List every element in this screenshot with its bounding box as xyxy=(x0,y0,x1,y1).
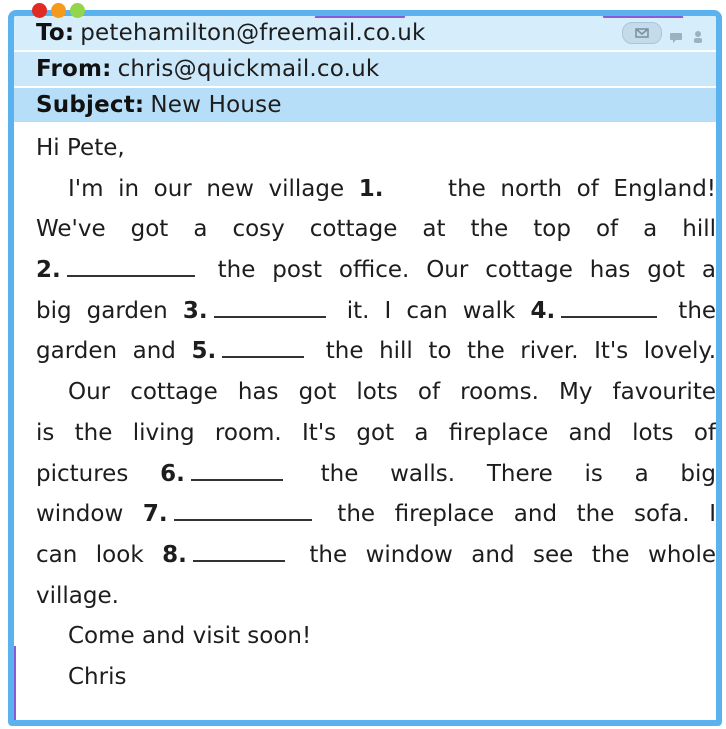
body-line: pictures 6. the walls. There is a big xyxy=(36,454,716,495)
text-span: the window and see the whole xyxy=(309,541,717,568)
to-label: To: xyxy=(36,20,75,46)
body-line: big garden 3. it. I can walk 4. the xyxy=(36,291,716,332)
text-span: it. I can walk xyxy=(346,297,516,324)
body-line: is the living room. It's got a fireplace… xyxy=(36,419,716,446)
gap-number-5: 5. xyxy=(191,338,217,365)
gap-blank-5[interactable] xyxy=(222,334,305,359)
closing-line: Come and visit soon! xyxy=(68,623,312,650)
subject-row[interactable]: Subject: New House xyxy=(14,88,716,124)
body-line: We've got a cosy cottage at the top of a… xyxy=(36,216,716,243)
person-icon[interactable] xyxy=(690,25,706,43)
gap-number-4: 4. xyxy=(530,297,556,324)
gap-blank-2[interactable] xyxy=(66,253,195,278)
email-window: To: petehamilton@freemail.co.uk From: ch… xyxy=(8,10,722,726)
text-span: the walls. There is a big xyxy=(320,460,717,487)
gap-number-1: 1. xyxy=(358,175,384,202)
email-body[interactable]: Hi Pete, I'm in our new village 1. the n… xyxy=(36,128,716,698)
chat-icon[interactable] xyxy=(668,25,684,43)
gap-blank-7[interactable] xyxy=(173,497,312,522)
gap-blank-6[interactable] xyxy=(190,457,283,481)
subject-field[interactable]: New House xyxy=(150,92,281,118)
from-field[interactable]: chris@quickmail.co.uk xyxy=(118,56,380,82)
text-span: the north of England! xyxy=(448,175,717,202)
gap-number-8: 8. xyxy=(162,541,187,568)
text-span: pictures xyxy=(36,460,129,487)
body-line: 2. the post office. Our cottage has got … xyxy=(36,250,716,291)
frame-decoration xyxy=(314,16,408,18)
frame-decoration xyxy=(600,16,684,18)
gap-blank-8[interactable] xyxy=(192,538,285,562)
body-line: window 7. the fireplace and the sofa. I xyxy=(36,494,716,535)
gap-number-7: 7. xyxy=(142,501,168,528)
text-span: window xyxy=(36,501,124,528)
text-span: the fireplace and the sofa. I xyxy=(337,501,717,528)
gap-number-3: 3. xyxy=(182,297,208,324)
body-line: can look 8. the window and see the whole xyxy=(36,535,716,576)
gap-blank-3[interactable] xyxy=(213,294,326,318)
text-span: the xyxy=(678,297,717,324)
minimize-window-button[interactable] xyxy=(51,3,66,18)
to-row[interactable]: To: petehamilton@freemail.co.uk xyxy=(14,16,716,52)
body-line: I'm in our new village 1. the north of E… xyxy=(36,169,716,210)
maximize-window-button[interactable] xyxy=(70,3,85,18)
close-window-button[interactable] xyxy=(32,3,47,18)
text-span: big garden xyxy=(36,297,168,324)
subject-label: Subject: xyxy=(36,92,145,118)
frame-decoration xyxy=(14,646,16,720)
from-row[interactable]: From: chris@quickmail.co.uk xyxy=(14,52,716,88)
text-span: can look xyxy=(36,541,144,568)
from-label: From: xyxy=(36,56,112,82)
body-line: village. xyxy=(36,582,119,609)
window-controls xyxy=(32,3,85,18)
gap-blank-4[interactable] xyxy=(561,294,658,318)
body-line: Our cottage has got lots of rooms. My fa… xyxy=(68,379,716,406)
signature: Chris xyxy=(68,663,127,690)
to-field[interactable]: petehamilton@freemail.co.uk xyxy=(80,20,425,46)
header-icons xyxy=(622,22,706,44)
gap-blank-1[interactable] xyxy=(389,172,427,196)
gap-number-2: 2. xyxy=(36,257,61,284)
body-line: garden and 5. the hill to the river. It'… xyxy=(36,331,716,372)
text-span: garden and xyxy=(36,338,176,365)
greeting: Hi Pete, xyxy=(36,135,125,161)
text-span: the post office. Our cottage has got a xyxy=(217,257,716,284)
text-span: the hill to the river. It's lovely. xyxy=(325,338,717,365)
gap-number-6: 6. xyxy=(160,460,185,487)
text-span: I'm in our new village xyxy=(68,175,345,202)
envelope-icon[interactable] xyxy=(622,22,662,44)
